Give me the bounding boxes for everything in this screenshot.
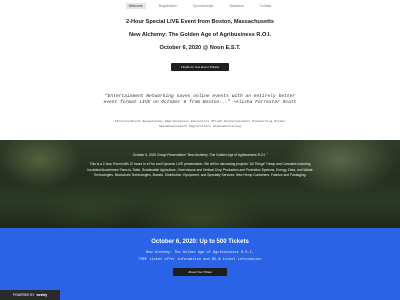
nav-item-contact[interactable]: Contact <box>257 3 275 9</box>
top-navigation: Welcome Registration Sponsorships Speake… <box>0 0 400 12</box>
presentation-title: October 6, 2020 Group Presentation "New … <box>132 153 268 157</box>
testimonial-quote: "Entertainment Networking saves online e… <box>103 94 297 106</box>
nav-item-registration[interactable]: Registration <box>156 3 180 9</box>
nav-item-welcome[interactable]: Welcome <box>125 3 146 9</box>
live-event-tickets-button[interactable]: Finalis for Live Event Tickets <box>171 63 229 71</box>
tickets-section: October 6, 2020: Up to 500 Tickets New A… <box>0 228 400 300</box>
tickets-info: FREE ticket offer information and $5-$ t… <box>138 258 262 262</box>
nav-item-sponsorships[interactable]: Sponsorships <box>190 3 217 9</box>
hashtags-text: #InvestorEvent #newalchemy #agribusiness… <box>114 119 286 128</box>
forest-photo-section: October 6, 2020 Group Presentation "New … <box>0 140 400 228</box>
event-date: October 6, 2020 @ Noon E.S.T. <box>159 45 241 51</box>
event-headline: 2-Hour Special LIVE Event from Boston, M… <box>126 19 274 25</box>
nav-item-speakers[interactable]: Speakers <box>226 3 246 9</box>
tickets-heading: October 6, 2020: Up to 500 Tickets <box>151 239 249 245</box>
badge-prefix: POWERED BY <box>12 293 35 297</box>
tickets-subtitle: New Alchemy: The Golden Age of Agribusin… <box>146 251 254 255</box>
weebly-logo: weebly <box>36 293 48 297</box>
hero-section: 2-Hour Special LIVE Event from Boston, M… <box>0 12 400 140</box>
powered-by-badge[interactable]: POWERED BY weebly <box>0 290 60 300</box>
presentation-description: This is a 2-hour Event with 12 hours in … <box>87 162 313 178</box>
event-subtitle: New Alchemy: The Golden Age of Agribusin… <box>128 32 272 38</box>
about-ticket-button[interactable]: About Your Ticket <box>173 268 227 276</box>
